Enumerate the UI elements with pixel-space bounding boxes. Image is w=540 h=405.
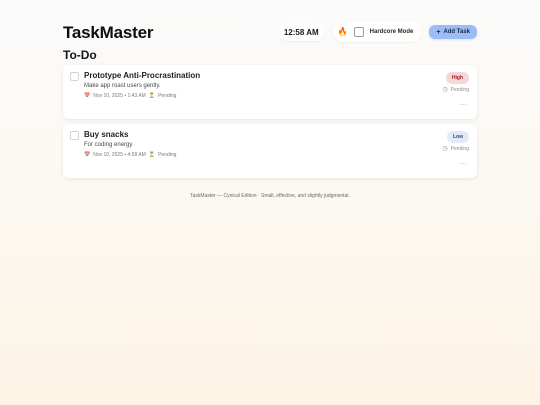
todo-section-title: To-Do: [63, 48, 97, 62]
task-status: Pending: [158, 152, 177, 158]
task-description: Make app roast users gently.: [84, 83, 161, 89]
task-date: Nov 10, 2025 • 4:58 AM: [93, 152, 146, 158]
priority-badge: High: [445, 72, 469, 84]
task-date: Nov 10, 2025 • 1:43 AM: [93, 93, 146, 99]
app-root: TaskMaster 12:58 AM 🔥 Hardcore Mode + Ad…: [0, 0, 540, 405]
header: TaskMaster 12:58 AM 🔥 Hardcore Mode + Ad…: [63, 18, 477, 46]
status-icon: ◷: [442, 87, 448, 93]
calendar-icon: 📅: [84, 151, 91, 158]
plus-icon: +: [436, 28, 441, 36]
header-controls: 12:58 AM 🔥 Hardcore Mode + Add Task: [277, 22, 477, 42]
hourglass-icon: ⏳: [148, 92, 156, 99]
task-meta: 📅 Nov 10, 2025 • 1:43 AM ⏳ Pending: [84, 93, 176, 99]
clock: 12:58 AM: [277, 23, 325, 41]
task-checkbox[interactable]: [70, 131, 79, 140]
more-icon[interactable]: ···: [460, 161, 468, 167]
footer-text: TaskMaster — Cynical Edition · Small, ef…: [190, 193, 350, 199]
task-side-status: ◷ Pending: [442, 87, 469, 93]
calendar-icon: 📅: [84, 92, 91, 99]
task-side-status-label: Pending: [450, 146, 469, 152]
task-side-status: ◷ Pending: [442, 146, 469, 152]
task-title: Buy snacks: [84, 130, 129, 139]
task-title: Prototype Anti-Procrastination: [84, 71, 201, 80]
task-description: For coding energy: [84, 142, 133, 148]
hardcore-mode-toggle[interactable]: 🔥 Hardcore Mode: [332, 22, 422, 42]
hardcore-mode-checkbox[interactable]: [353, 27, 364, 37]
task-card[interactable]: Buy snacks For coding energy 📅 Nov 10, 2…: [63, 124, 477, 178]
more-icon[interactable]: ···: [460, 102, 468, 108]
add-task-button[interactable]: + Add Task: [429, 25, 477, 39]
task-checkbox[interactable]: [70, 72, 79, 81]
task-status: Pending: [158, 93, 177, 99]
task-card[interactable]: Prototype Anti-Procrastination Make app …: [63, 65, 477, 119]
priority-badge: Low: [447, 131, 469, 143]
fire-icon: 🔥: [337, 27, 348, 36]
status-icon: ◷: [442, 146, 448, 152]
task-list: Prototype Anti-Procrastination Make app …: [63, 65, 477, 183]
hardcore-mode-label: Hardcore Mode: [369, 29, 414, 35]
hourglass-icon: ⏳: [148, 151, 156, 158]
add-task-label: Add Task: [443, 29, 470, 35]
app-title: TaskMaster: [63, 22, 154, 42]
task-side-status-label: Pending: [450, 87, 469, 93]
task-meta: 📅 Nov 10, 2025 • 4:58 AM ⏳ Pending: [84, 152, 176, 158]
